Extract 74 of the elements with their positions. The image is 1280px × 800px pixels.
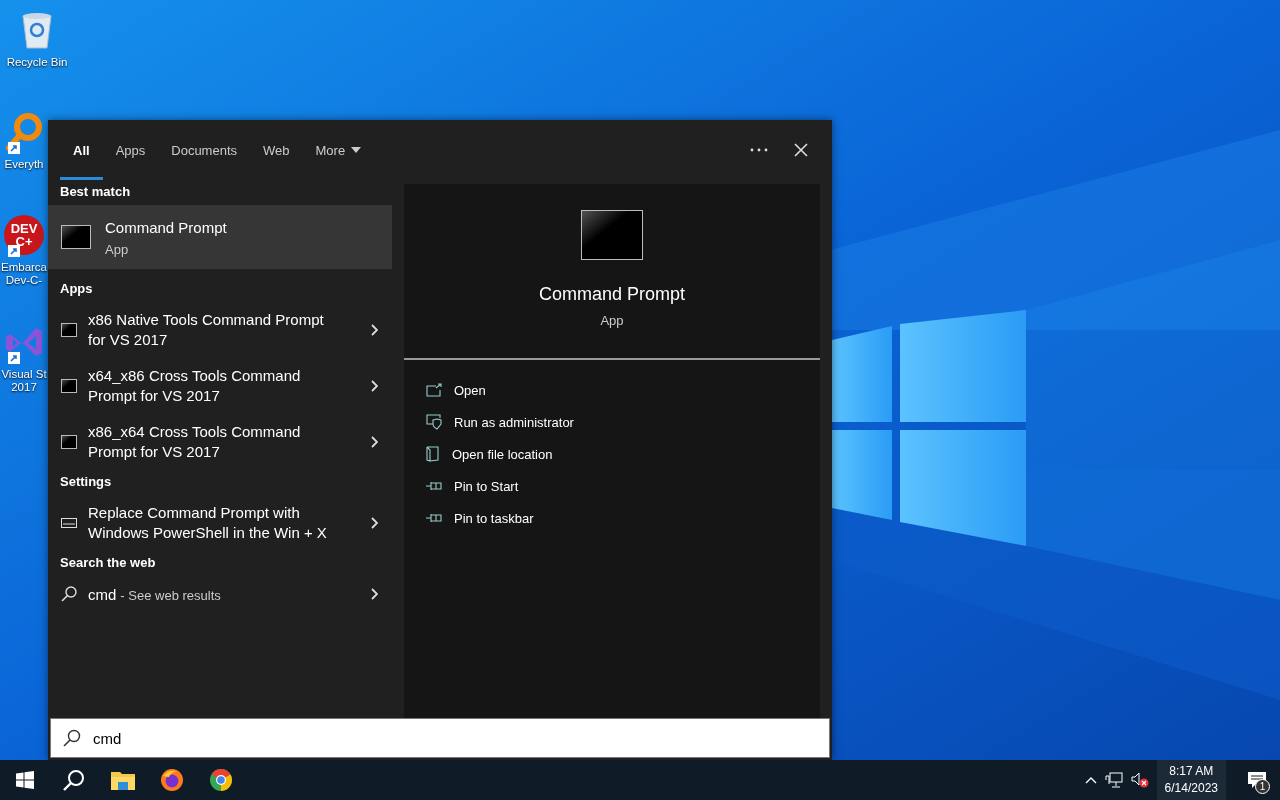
result-item[interactable]: x86_x64 Cross Tools Command Prompt for VS 2017 <box>48 414 392 470</box>
search-icon <box>63 729 81 747</box>
chevron-right-icon <box>370 436 378 448</box>
console-window-icon <box>61 435 77 449</box>
network-icon[interactable] <box>1104 772 1123 788</box>
result-item[interactable]: cmd - See web results <box>48 578 392 610</box>
result-type: App <box>105 241 130 257</box>
action-item[interactable]: Pin to taskbar <box>426 502 820 534</box>
more-options-icon[interactable] <box>750 148 768 152</box>
section-heading: Search the web <box>59 554 157 572</box>
folder-icon[interactable] <box>110 770 135 790</box>
action-item[interactable]: Open <box>426 374 820 406</box>
section-heading: Apps <box>59 280 94 298</box>
result-title: x64_x86 Cross Tools Command Prompt for VS 2017 <box>88 366 302 406</box>
result-title: x86_x64 Cross Tools Command Prompt for VS 2017 <box>88 422 302 462</box>
result-item[interactable]: x64_x86 Cross Tools Command Prompt for VS 2017 <box>48 358 392 414</box>
pin-icon <box>426 512 442 524</box>
search-box[interactable]: cmd <box>50 718 830 758</box>
filter-tab[interactable]: Web <box>250 120 303 180</box>
result-item[interactable]: Command Prompt App <box>48 205 392 269</box>
chevron-up-icon[interactable] <box>1084 776 1097 784</box>
shortcut-arrow-icon <box>8 142 20 154</box>
preview-title: Command Prompt <box>538 284 686 305</box>
fox-globe-icon[interactable] <box>159 768 184 792</box>
filter-tab[interactable]: Documents <box>158 120 250 180</box>
result-title: x86 Native Tools Command Prompt for VS 2017 <box>88 310 325 350</box>
console-window-icon <box>581 210 643 260</box>
magnifier-icon <box>4 112 44 152</box>
chevron-right-icon <box>370 517 378 529</box>
web-query: cmd <box>88 585 117 603</box>
icon-label: Dev-C- <box>5 274 43 287</box>
clock-date: 6/14/2023 <box>1164 780 1218 797</box>
icon-label: Visual St <box>1 368 47 381</box>
icon-label: 2017 <box>11 381 37 394</box>
result-title: Replace Command Prompt with Windows PowerShell in the Win + X <box>88 503 328 543</box>
icon-label: Everyth <box>4 158 44 171</box>
shortcut-arrow-icon <box>8 245 20 257</box>
action-item[interactable]: Open file location <box>426 438 820 470</box>
action-item[interactable]: Run as administrator <box>426 406 820 438</box>
search-icon <box>61 586 77 602</box>
icon-label: Embarca <box>1 261 47 274</box>
icon-label: Recycle Bin <box>6 56 68 69</box>
folder-icon <box>426 446 440 462</box>
pin-icon <box>426 480 442 492</box>
search-field[interactable]: cmd <box>91 728 829 748</box>
console-window-icon <box>61 323 77 337</box>
clock-button[interactable]: 8:17 AM 6/14/2023 <box>1156 760 1226 800</box>
keyboard-icon <box>61 518 77 528</box>
notification-count: 1 <box>1255 779 1270 794</box>
chevron-right-icon <box>370 588 378 600</box>
close-icon[interactable] <box>794 143 808 157</box>
clock-time: 8:17 AM <box>1169 763 1214 780</box>
console-window-icon <box>61 379 77 393</box>
result-item[interactable]: x86 Native Tools Command Prompt for VS 2017 <box>48 302 392 358</box>
start-icon[interactable] <box>15 771 34 789</box>
shield-icon <box>426 414 442 430</box>
filter-tab[interactable]: More <box>302 120 375 180</box>
filter-tab[interactable]: All <box>60 120 103 180</box>
preview-type: App <box>600 313 624 328</box>
action-item[interactable]: Pin to Start <box>426 470 820 502</box>
web-hint: - See web results <box>120 587 221 603</box>
search-icon[interactable] <box>62 769 85 791</box>
speaker-muted-icon[interactable] <box>1130 772 1149 788</box>
shortcut-arrow-icon <box>8 352 20 364</box>
result-title: Command Prompt <box>105 217 228 238</box>
section-heading: Best match <box>59 183 132 201</box>
filter-tab[interactable]: Apps <box>102 120 159 180</box>
chevron-right-icon <box>370 324 378 336</box>
console-window-icon <box>61 225 91 249</box>
chevron-right-icon <box>370 380 378 392</box>
tricolor-circle-icon[interactable] <box>208 768 233 792</box>
result-item[interactable]: Replace Command Prompt with Windows PowerShell in the Win + X <box>48 495 392 551</box>
open-window-icon <box>426 383 442 397</box>
section-heading: Settings <box>59 473 113 491</box>
